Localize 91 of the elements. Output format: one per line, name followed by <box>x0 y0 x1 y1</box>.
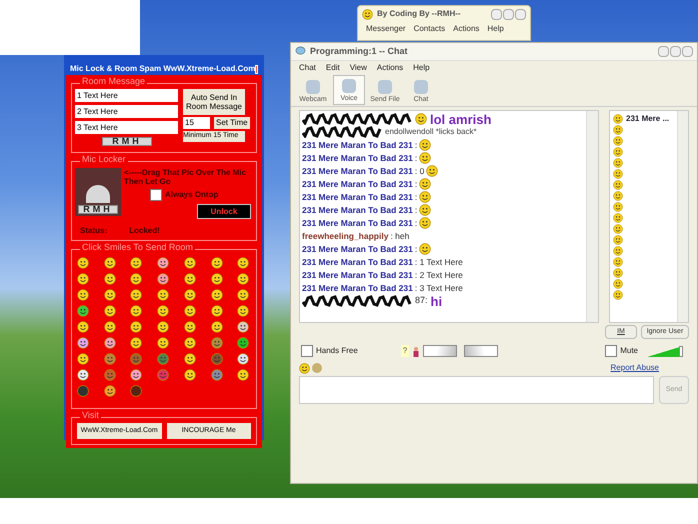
checkbox[interactable] <box>605 345 618 357</box>
menu-item[interactable]: Chat <box>299 62 316 74</box>
user-status-icon <box>613 256 623 266</box>
user-status-icon <box>613 114 623 124</box>
status-label: Status: <box>80 225 108 237</box>
message-text: : <box>414 178 418 190</box>
message-text: : <box>414 204 418 216</box>
set-time-button[interactable]: Set Time <box>214 117 250 129</box>
message-text: lol amrish <box>430 112 492 126</box>
user-status-icon <box>613 180 623 190</box>
message-text: : <box>414 152 418 164</box>
window-title: By Coding By --RMH-- <box>377 8 461 20</box>
message-sender: 87: <box>415 294 428 308</box>
group-legend: Room Message <box>80 77 148 86</box>
message-input-field[interactable]: 1 Text Here <box>75 89 178 102</box>
window-title: Mic Lock & Room Spam WwW.Xtreme-Load.Com <box>70 63 256 75</box>
group-legend: Mic Locker <box>80 155 128 164</box>
message-sender: 231 Mere Maran To Bad 231 <box>302 242 413 256</box>
group-legend: Visit <box>80 411 101 420</box>
message-sender: 231 Mere Maran To Bad 231 <box>302 204 413 216</box>
message-sender: 231 Mere Maran To Bad 231 <box>302 268 413 282</box>
message-input-field[interactable] <box>299 376 654 404</box>
message-sender: 231 Mere Maran To Bad 231 <box>302 152 413 164</box>
menu-item[interactable]: Actions <box>453 23 480 35</box>
message-text: : heh <box>390 230 410 242</box>
user-status-icon <box>613 278 623 288</box>
emoticon-icon <box>299 362 310 374</box>
message-sender: 231 Mere Maran To Bad 231 <box>302 282 413 294</box>
message-input-field[interactable]: 2 Text Here <box>75 105 178 118</box>
rmh-logo: RMH <box>102 137 152 146</box>
scrollbar[interactable] <box>586 111 598 322</box>
message-input-field[interactable]: 3 Text Here <box>75 121 178 134</box>
scrollbar[interactable] <box>677 111 688 322</box>
menu-item[interactable]: Contacts <box>414 23 446 35</box>
menu-item[interactable]: Help <box>413 62 430 74</box>
message-text: : 1 Text Here <box>414 256 463 268</box>
status-value: Locked! <box>129 225 160 237</box>
microphone-picture[interactable]: RMH <box>75 168 121 216</box>
interval-input-field[interactable]: 15 <box>183 117 210 129</box>
message-text: : <box>414 138 418 152</box>
user-status-icon <box>613 202 623 212</box>
message-text: : <box>414 216 418 230</box>
auto-send-button[interactable]: Auto Send In Room Message <box>183 89 245 115</box>
always-ontop-label: Always Ontop <box>165 189 218 201</box>
user-status-icon <box>613 168 623 178</box>
message-text: : 2 Text Here <box>414 268 463 282</box>
message-sender: freewheeling_happily <box>302 230 388 242</box>
message-sender: 231 Mere Maran To Bad 231 <box>302 190 413 204</box>
voice-help-icon[interactable]: ? <box>400 345 410 357</box>
mute-label: Mute <box>620 345 638 357</box>
checkbox[interactable] <box>301 345 313 357</box>
message-text: endollwendoll *licks back* <box>385 126 477 138</box>
user-status-icon <box>613 268 623 278</box>
user-status-icon <box>613 224 623 234</box>
user-status-icon <box>613 146 623 156</box>
user-status-icon <box>613 190 623 200</box>
unlock-button[interactable]: Unlock <box>197 204 251 219</box>
menu-item[interactable]: View <box>350 62 367 74</box>
listen-level-meter <box>464 345 498 357</box>
message-sender: 231 Mere Maran To Bad 231 <box>302 216 413 230</box>
checkbox[interactable] <box>150 189 162 201</box>
rmh-logo: RMH <box>78 205 118 214</box>
user-status-icon <box>613 124 623 134</box>
menu-item[interactable]: Messenger <box>366 23 406 35</box>
drag-instruction: <-----Drag That Pic Over The Mic Then Let Go <box>124 168 248 186</box>
talk-level-meter <box>423 345 458 357</box>
user-status-icon <box>613 246 623 256</box>
user-status-icon <box>613 158 623 168</box>
chat-bubble-icon <box>295 46 306 57</box>
message-sender: 231 Mere Maran To Bad 231 <box>302 164 413 178</box>
message-text: hi <box>430 294 442 308</box>
message-text: : 3 Text Here <box>414 282 463 294</box>
user-status-icon <box>613 212 623 222</box>
user-name[interactable]: 231 Mere ... <box>626 112 670 124</box>
user-status-icon <box>613 136 623 146</box>
message-sender: 231 Mere Maran To Bad 231 <box>302 256 413 268</box>
menu-item[interactable]: Edit <box>326 62 340 74</box>
message-sender: 231 Mere Maran To Bad 231 <box>302 138 413 152</box>
person-icon <box>412 346 420 356</box>
user-status-icon <box>613 290 623 300</box>
window-title: Programming:1 -- Chat <box>310 44 408 58</box>
group-legend: Click Smiles To Send Room <box>80 243 195 252</box>
menu-item[interactable]: Help <box>487 23 504 35</box>
message-sender: 231 Mere Maran To Bad 231 <box>302 178 413 190</box>
message-text: : 0 <box>414 164 424 178</box>
menu-item[interactable]: Actions <box>376 62 404 74</box>
user-status-icon <box>613 234 623 244</box>
hands-free-label: Hands Free <box>316 345 358 357</box>
message-text: : <box>414 242 418 256</box>
report-abuse-link[interactable]: Report Abuse <box>610 362 659 374</box>
message-text: : <box>414 190 418 204</box>
